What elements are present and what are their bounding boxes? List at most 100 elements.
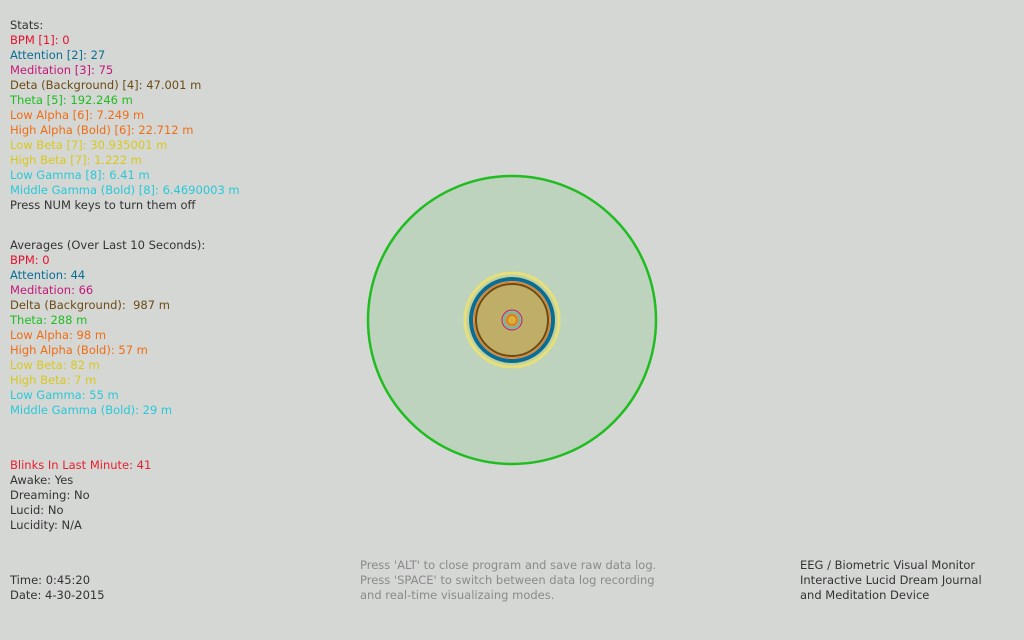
avg-high-alpha: High Alpha (Bold): 57 m	[10, 343, 205, 358]
state-awake: Awake: Yes	[10, 473, 151, 488]
stat-low-gamma-label: Low Gamma [8]:	[10, 168, 106, 182]
app-info: EEG / Biometric Visual Monitor Interacti…	[800, 558, 982, 603]
stat-theta-value: 192.246 m	[70, 93, 133, 107]
stat-low-gamma-value: 6.41 m	[109, 168, 150, 182]
avg-middle-gamma: Middle Gamma (Bold): 29 m	[10, 403, 205, 418]
date-label: Date:	[10, 588, 42, 602]
app-info-line: EEG / Biometric Visual Monitor	[800, 558, 976, 572]
stat-low-beta: Low Beta [7]: 30.935001 m	[10, 138, 240, 153]
stats-hint: Press NUM keys to turn them off	[10, 198, 196, 212]
time-label: Time:	[10, 573, 43, 587]
stat-delta-value: 47.001 m	[146, 78, 202, 92]
stats-header: Stats:	[10, 18, 44, 32]
stat-attention: Attention [2]: 27	[10, 48, 240, 63]
stats-panel: Stats: BPM [1]: 0 Attention [2]: 27 Medi…	[10, 18, 240, 213]
state-awake-value: Yes	[54, 473, 74, 487]
stat-bpm-value: 0	[62, 33, 70, 47]
time-value: 0:45:20	[45, 573, 91, 587]
instruction-line: and real-time visualizaing modes.	[360, 588, 555, 602]
state-blinks: Blinks In Last Minute: 41	[10, 458, 151, 473]
app-info-line: and Meditation Device	[800, 588, 930, 602]
stat-bpm-label: BPM [1]:	[10, 33, 59, 47]
stat-delta-label: Deta (Background) [4]:	[10, 78, 143, 92]
state-lucidity-label: Lucidity:	[10, 518, 58, 532]
averages-header: Averages (Over Last 10 Seconds):	[10, 238, 206, 252]
avg-meditation-label: Meditation:	[10, 283, 75, 297]
datetime-panel: Time: 0:45:20 Date: 4-30-2015	[10, 573, 105, 603]
stat-theta: Theta [5]: 192.246 m	[10, 93, 240, 108]
averages-panel: Averages (Over Last 10 Seconds): BPM: 0 …	[10, 238, 205, 418]
avg-low-alpha-value: 98 m	[76, 328, 107, 342]
avg-meditation-value: 66	[78, 283, 94, 297]
stat-middle-gamma-label: Middle Gamma (Bold) [8]:	[10, 183, 159, 197]
avg-low-gamma-value: 55 m	[89, 388, 119, 402]
avg-high-alpha-label: High Alpha (Bold):	[10, 343, 115, 357]
stat-low-gamma: Low Gamma [8]: 6.41 m	[10, 168, 240, 183]
state-blinks-value: 41	[136, 458, 152, 472]
avg-attention-label: Attention:	[10, 268, 67, 282]
avg-delta: Delta (Background): 987 m	[10, 298, 205, 313]
instruction-line: Press 'ALT' to close program and save ra…	[360, 558, 657, 572]
avg-high-alpha-value: 57 m	[118, 343, 148, 357]
stat-theta-label: Theta [5]:	[10, 93, 67, 107]
stat-high-beta: High Beta [7]: 1.222 m	[10, 153, 240, 168]
stat-low-beta-label: Low Beta [7]:	[10, 138, 87, 152]
avg-high-beta-label: High Beta:	[10, 373, 71, 387]
avg-low-alpha-label: Low Alpha:	[10, 328, 73, 342]
app-info-line: Interactive Lucid Dream Journal	[800, 573, 982, 587]
state-lucidity: Lucidity: N/A	[10, 518, 151, 533]
avg-bpm-label: BPM:	[10, 253, 39, 267]
stat-high-beta-value: 1.222 m	[94, 153, 142, 167]
avg-delta-label: Delta (Background):	[10, 298, 126, 312]
stat-high-alpha-value: 22.712 m	[138, 123, 194, 137]
ring-high-beta	[508, 316, 516, 324]
avg-meditation: Meditation: 66	[10, 283, 205, 298]
avg-attention: Attention: 44	[10, 268, 205, 283]
instruction-line: Press 'SPACE' to switch between data log…	[360, 573, 655, 587]
stat-low-alpha-label: Low Alpha [6]:	[10, 108, 93, 122]
stat-bpm: BPM [1]: 0	[10, 33, 240, 48]
stat-meditation-label: Meditation [3]:	[10, 63, 95, 77]
avg-delta-value: 987 m	[129, 298, 170, 312]
avg-low-beta-label: Low Beta:	[10, 358, 67, 372]
avg-high-beta: High Beta: 7 m	[10, 373, 205, 388]
avg-theta-value: 288 m	[50, 313, 88, 327]
stat-high-alpha: High Alpha (Bold) [6]: 22.712 m	[10, 123, 240, 138]
stat-meditation-value: 75	[98, 63, 114, 77]
state-lucid-label: Lucid:	[10, 503, 45, 517]
stat-low-beta-value: 30.935001 m	[90, 138, 168, 152]
stat-attention-label: Attention [2]:	[10, 48, 87, 62]
stat-low-alpha-value: 7.249 m	[96, 108, 145, 122]
avg-theta-label: Theta:	[10, 313, 47, 327]
stat-high-beta-label: High Beta [7]:	[10, 153, 91, 167]
state-awake-label: Awake:	[10, 473, 52, 487]
state-panel: Blinks In Last Minute: 41 Awake: Yes Dre…	[10, 458, 151, 533]
stat-low-alpha: Low Alpha [6]: 7.249 m	[10, 108, 240, 123]
instructions: Press 'ALT' to close program and save ra…	[360, 558, 656, 603]
stat-high-alpha-label: High Alpha (Bold) [6]:	[10, 123, 135, 137]
stat-middle-gamma: Middle Gamma (Bold) [8]: 6.4690003 m	[10, 183, 240, 198]
state-lucid-value: No	[47, 503, 64, 517]
stat-attention-value: 27	[90, 48, 106, 62]
date-value: 4-30-2015	[45, 588, 105, 602]
avg-low-alpha: Low Alpha: 98 m	[10, 328, 205, 343]
avg-bpm: BPM: 0	[10, 253, 205, 268]
eeg-visualizer	[366, 174, 658, 466]
state-dreaming: Dreaming: No	[10, 488, 151, 503]
stat-delta: Deta (Background) [4]: 47.001 m	[10, 78, 240, 93]
avg-high-beta-value: 7 m	[74, 373, 97, 387]
avg-theta: Theta: 288 m	[10, 313, 205, 328]
state-lucid: Lucid: No	[10, 503, 151, 518]
date-display: Date: 4-30-2015	[10, 588, 105, 603]
avg-middle-gamma-label: Middle Gamma (Bold):	[10, 403, 139, 417]
avg-attention-value: 44	[70, 268, 86, 282]
avg-middle-gamma-value: 29 m	[142, 403, 173, 417]
avg-low-beta: Low Beta: 82 m	[10, 358, 205, 373]
stat-meditation: Meditation [3]: 75	[10, 63, 240, 78]
avg-bpm-value: 0	[42, 253, 50, 267]
state-blinks-label: Blinks In Last Minute:	[10, 458, 133, 472]
state-lucidity-value: N/A	[61, 518, 82, 532]
avg-low-gamma: Low Gamma: 55 m	[10, 388, 205, 403]
avg-low-gamma-label: Low Gamma:	[10, 388, 86, 402]
state-dreaming-value: No	[73, 488, 90, 502]
